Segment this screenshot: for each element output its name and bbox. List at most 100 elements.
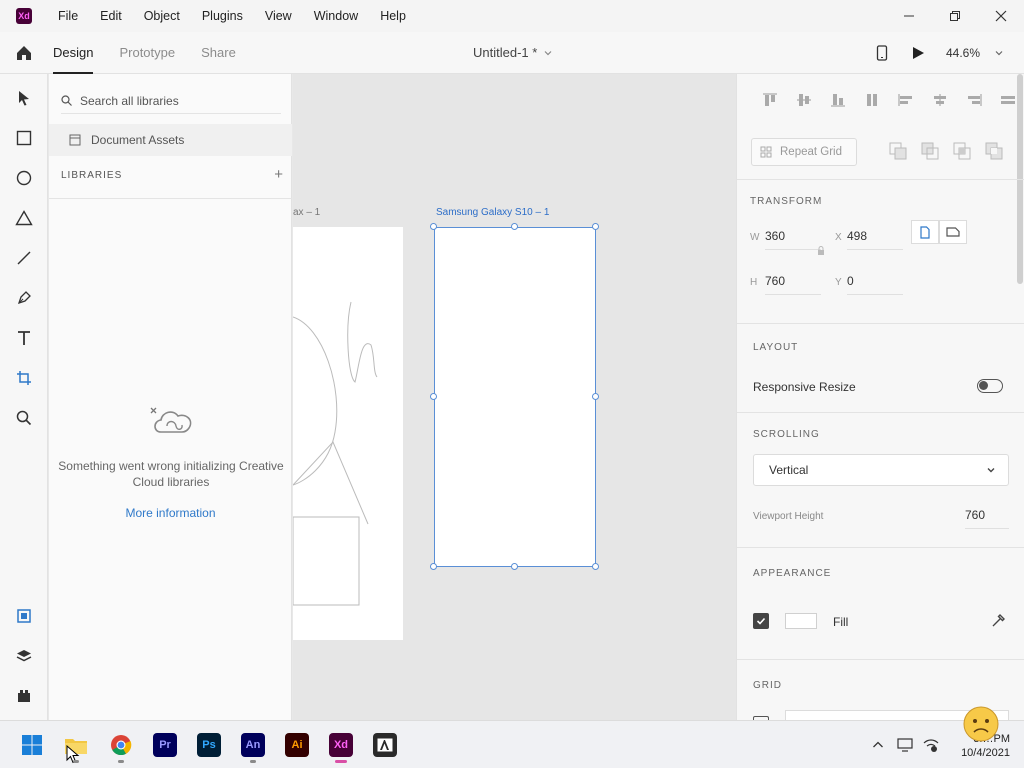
plugin-icon	[18, 690, 30, 702]
resize-handle-se[interactable]	[592, 563, 599, 570]
xd-app-logo: Xd	[16, 8, 32, 24]
boolean-subtract-icon[interactable]	[921, 142, 939, 160]
add-library-button[interactable]: +	[274, 166, 283, 183]
align-left-button[interactable]	[889, 90, 923, 110]
polygon-tool[interactable]	[12, 206, 36, 230]
boolean-intersect-icon[interactable]	[953, 142, 971, 160]
align-section: Repeat Grid	[737, 74, 1024, 180]
ellipse-tool[interactable]	[12, 166, 36, 190]
menu-plugins[interactable]: Plugins	[202, 9, 243, 23]
align-center-icon	[934, 94, 946, 106]
animate-running-indicator	[250, 760, 256, 763]
taskbar-illustrator[interactable]: Ai	[285, 733, 309, 757]
resize-handle-sw[interactable]	[430, 563, 437, 570]
line-tool[interactable]	[12, 246, 36, 270]
chevron-down-icon	[544, 50, 552, 55]
grid-title: GRID	[753, 680, 782, 691]
artboard-2-selected[interactable]	[434, 227, 596, 567]
taskbar-photoshop[interactable]: Ps	[197, 733, 221, 757]
device-preview-button[interactable]	[872, 43, 892, 63]
landscape-button[interactable]	[939, 220, 967, 244]
zoom-chevron-icon[interactable]	[994, 48, 1004, 58]
align-center-button[interactable]	[923, 90, 957, 110]
libraries-icon	[17, 609, 31, 623]
zoom-tool[interactable]	[12, 406, 36, 430]
menu-object[interactable]: Object	[144, 9, 180, 23]
resize-handle-w[interactable]	[430, 393, 437, 400]
y-input[interactable]: 0	[847, 274, 903, 295]
fill-checkbox[interactable]	[753, 613, 769, 629]
scrolling-dropdown[interactable]: Vertical	[753, 454, 1009, 486]
libraries-panel-button[interactable]	[12, 604, 36, 628]
resize-handle-n[interactable]	[511, 223, 518, 230]
taskbar-animate[interactable]: An	[241, 733, 265, 757]
distribute-horizontal-button[interactable]	[991, 90, 1024, 110]
boolean-add-icon[interactable]	[889, 142, 907, 160]
responsive-resize-toggle[interactable]	[977, 379, 1003, 393]
more-information-link[interactable]: More information	[49, 506, 292, 520]
menu-window[interactable]: Window	[314, 9, 358, 23]
resize-handle-nw[interactable]	[430, 223, 437, 230]
menu-edit[interactable]: Edit	[100, 9, 122, 23]
fill-color-swatch[interactable]	[785, 613, 817, 629]
mobile-device-icon	[876, 45, 888, 61]
show-hidden-icons-button[interactable]	[869, 736, 887, 754]
eyedropper-icon[interactable]	[991, 612, 1007, 628]
layers-panel-button[interactable]	[12, 644, 36, 668]
menu-view[interactable]: View	[265, 9, 292, 23]
viewport-height-input[interactable]: 760	[965, 508, 1009, 529]
menu-help[interactable]: Help	[380, 9, 406, 23]
height-input[interactable]: 760	[765, 274, 821, 295]
design-canvas[interactable]: ax – 1 Samsung Galaxy S10 – 1	[293, 74, 736, 720]
align-bottom-button[interactable]	[821, 90, 855, 110]
resize-handle-s[interactable]	[511, 563, 518, 570]
taskbar-premiere[interactable]: Pr	[153, 733, 177, 757]
transform-section: TRANSFORM W 360 X 498 H 760 Y 0	[737, 180, 1024, 324]
repeat-grid-button[interactable]: Repeat Grid	[751, 138, 857, 166]
landscape-icon	[946, 227, 960, 237]
minimize-button[interactable]	[886, 0, 932, 32]
tray-display-icon[interactable]	[896, 736, 914, 754]
resize-handle-e[interactable]	[592, 393, 599, 400]
library-search[interactable]: Search all libraries	[61, 88, 281, 114]
menu-file[interactable]: File	[58, 9, 78, 23]
close-button[interactable]	[978, 0, 1024, 32]
document-title-text: Untitled-1 *	[473, 45, 538, 60]
responsive-resize-label: Responsive Resize	[753, 380, 856, 394]
pen-tool[interactable]	[12, 286, 36, 310]
tab-design[interactable]: Design	[53, 32, 94, 74]
document-assets-item[interactable]: Document Assets	[49, 124, 292, 156]
portrait-button[interactable]	[911, 220, 939, 244]
select-tool[interactable]	[12, 86, 36, 110]
align-top-button[interactable]	[753, 90, 787, 110]
x-input[interactable]: 498	[847, 229, 903, 250]
tab-prototype[interactable]: Prototype	[119, 32, 175, 74]
text-tool[interactable]	[12, 326, 36, 350]
artboard-2-label[interactable]: Samsung Galaxy S10 – 1	[436, 207, 549, 218]
taskbar-xd[interactable]: Xd	[329, 733, 353, 757]
zoom-level[interactable]: 44.6%	[946, 46, 994, 60]
tray-network-icon[interactable]	[922, 736, 940, 754]
taskbar-chrome[interactable]	[109, 733, 133, 757]
desktop-preview-button[interactable]	[908, 43, 928, 63]
distribute-vertical-button[interactable]	[855, 90, 889, 110]
rectangle-icon	[16, 130, 32, 146]
taskbar-adobe-cc[interactable]	[373, 733, 397, 757]
lock-aspect-icon[interactable]	[817, 246, 825, 256]
artboard-1[interactable]	[293, 227, 403, 640]
align-right-button[interactable]	[957, 90, 991, 110]
document-title[interactable]: Untitled-1 *	[473, 45, 553, 60]
plugins-panel-button[interactable]	[12, 684, 36, 708]
restore-button[interactable]	[932, 0, 978, 32]
align-middle-button[interactable]	[787, 90, 821, 110]
artboard-1-label[interactable]: ax – 1	[293, 207, 320, 218]
width-input[interactable]: 360	[765, 229, 821, 250]
artboard-tool[interactable]	[12, 366, 36, 390]
tab-share[interactable]: Share	[201, 32, 236, 74]
resize-handle-ne[interactable]	[592, 223, 599, 230]
distribute-horizontal-icon	[1001, 96, 1015, 104]
rectangle-tool[interactable]	[12, 126, 36, 150]
home-button[interactable]	[0, 32, 48, 74]
boolean-exclude-icon[interactable]	[985, 142, 1003, 160]
start-button[interactable]	[20, 733, 44, 757]
